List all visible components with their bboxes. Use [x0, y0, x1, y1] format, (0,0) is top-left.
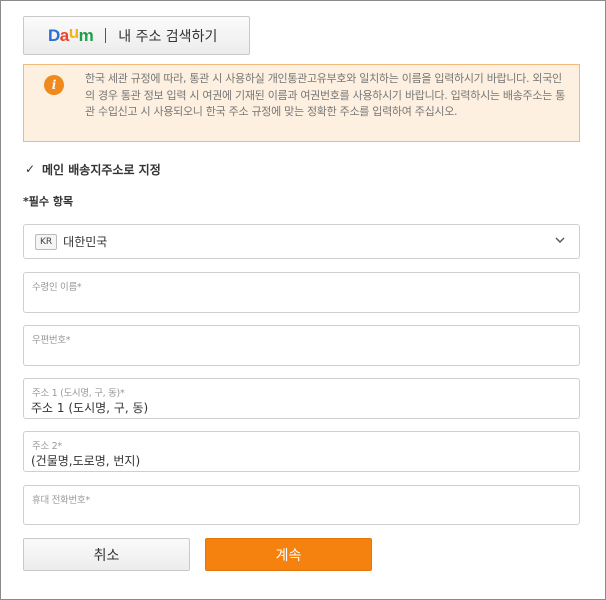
address1-input[interactable]: [31, 399, 571, 417]
daum-logo-letter-d: D: [48, 25, 60, 45]
default-address-checkbox[interactable]: ✓ 메인 배송지주소로 지정: [23, 160, 161, 178]
address2-field[interactable]: 주소 2*: [23, 431, 580, 472]
country-code-badge: KR: [35, 233, 58, 250]
mobile-phone-label: 휴대 전화번호*: [32, 495, 90, 506]
daum-logo: D a u m: [48, 22, 94, 46]
postal-code-input[interactable]: [31, 346, 571, 364]
postal-code-field[interactable]: 우편번호*: [23, 325, 580, 366]
check-icon[interactable]: ✓: [23, 162, 37, 176]
customs-notice-text: 한국 세관 규정에 따라, 통관 시 사용하실 개인통관고유부호와 일치하는 이…: [85, 72, 566, 118]
country-select[interactable]: KR 대한민국: [23, 224, 580, 259]
address2-input[interactable]: [31, 452, 571, 470]
default-address-label: 메인 배송지주소로 지정: [42, 162, 161, 177]
daum-logo-letter-m: m: [78, 25, 94, 45]
address1-field[interactable]: 주소 1 (도시명, 구, 동)*: [23, 378, 580, 419]
customs-notice-box: i 한국 세관 규정에 따라, 통관 시 사용하실 개인통관고유부호와 일치하는…: [23, 64, 580, 142]
required-fields-heading: *필수 항목: [23, 195, 74, 208]
recipient-name-label: 수령인 이름*: [32, 282, 82, 293]
address2-label: 주소 2*: [32, 441, 62, 452]
continue-button[interactable]: 계속: [205, 538, 372, 571]
address-form-window: D a u m 내 주소 검색하기 i 한국 세관 규정에 따라, 통관 시 사…: [0, 0, 606, 600]
daum-logo-letter-a: a: [59, 25, 69, 45]
daum-logo-letter-u: u: [68, 22, 79, 42]
info-icon: i: [44, 75, 64, 95]
recipient-name-field[interactable]: 수령인 이름*: [23, 272, 580, 313]
address1-label: 주소 1 (도시명, 구, 동)*: [32, 388, 125, 399]
mobile-phone-field[interactable]: 휴대 전화번호*: [23, 485, 580, 525]
recipient-name-input[interactable]: [31, 293, 571, 311]
postal-code-label: 우편번호*: [32, 335, 71, 346]
search-address-label: 내 주소 검색하기: [118, 28, 218, 45]
cancel-button[interactable]: 취소: [23, 538, 190, 571]
country-name: 대한민국: [63, 235, 108, 249]
divider: [105, 28, 107, 43]
chevron-down-icon[interactable]: [555, 235, 565, 245]
mobile-phone-input[interactable]: [31, 506, 571, 524]
daum-address-search-button[interactable]: D a u m 내 주소 검색하기: [23, 16, 250, 55]
